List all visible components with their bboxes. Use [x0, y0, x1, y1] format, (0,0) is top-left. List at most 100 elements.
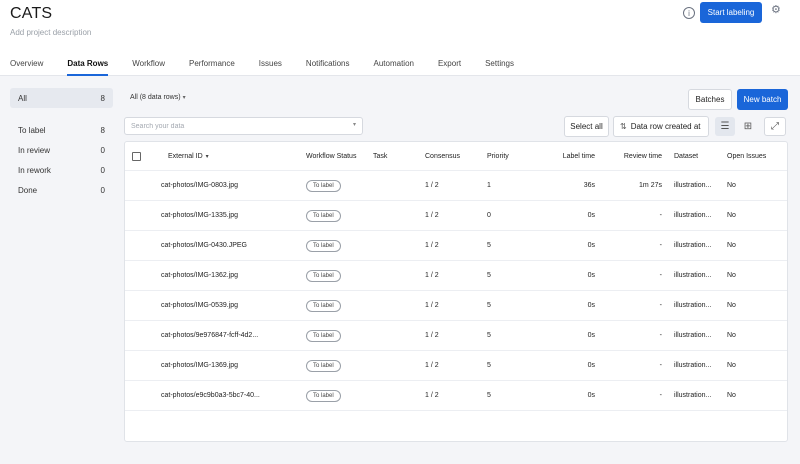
table-header: External ID ▾ Workflow Status Task Consen…	[125, 142, 787, 171]
external-id-cell[interactable]: cat-photos/IMG-0539.jpg	[161, 291, 238, 320]
workflow-status-cell: To label	[306, 321, 341, 350]
dataset-cell[interactable]: illustration...	[674, 291, 711, 320]
batches-button[interactable]: Batches	[688, 89, 732, 110]
workflow-status-cell: To label	[306, 231, 341, 260]
external-id-cell[interactable]: cat-photos/9e976847-fcff-4d2...	[161, 321, 258, 350]
sort-button[interactable]: ⇅ Data row created at	[613, 116, 709, 137]
select-all-checkbox[interactable]	[132, 142, 141, 170]
dataset-cell[interactable]: illustration...	[674, 201, 711, 230]
status-filter-label: In review	[18, 145, 51, 155]
gear-icon[interactable]: ⚙	[771, 5, 782, 16]
review-time-cell: -	[659, 242, 662, 249]
tab-issues[interactable]: Issues	[259, 59, 282, 76]
status-filter-in-review[interactable]: In review 0	[10, 140, 113, 160]
chevron-down-icon: ▾	[205, 153, 209, 160]
new-batch-button[interactable]: New batch	[737, 89, 788, 110]
external-id-cell[interactable]: cat-photos/IMG-1362.jpg	[161, 261, 238, 290]
table-row[interactable]: cat-photos/IMG-0430.JPEG To label 1 / 2 5 0s…	[125, 231, 787, 261]
consensus-cell: 1 / 2	[425, 332, 439, 339]
tab-performance[interactable]: Performance	[189, 59, 235, 76]
open-issues-cell: No	[727, 272, 736, 279]
open-issues-cell: No	[727, 392, 736, 399]
consensus-cell: 1 / 2	[425, 182, 439, 189]
status-filter-done[interactable]: Done 0	[10, 180, 113, 200]
tab-overview[interactable]: Overview	[10, 59, 43, 76]
header-review-time[interactable]: Review time	[605, 142, 662, 170]
external-id-cell[interactable]: cat-photos/IMG-0803.jpg	[161, 171, 238, 200]
table-row[interactable]: cat-photos/IMG-1362.jpg To label 1 / 2 5 0s -…	[125, 261, 787, 291]
status-badge: To label	[306, 299, 341, 312]
external-id-cell[interactable]: cat-photos/e9c9b0a3-5bc7-40...	[161, 381, 260, 410]
dataset-cell[interactable]: illustration...	[674, 231, 711, 260]
workflow-status-cell: To label	[306, 351, 341, 380]
priority-cell: 5	[487, 272, 491, 279]
status-filter-label: In rework	[18, 165, 51, 175]
scope-dropdown[interactable]: All (8 data rows) ▾	[130, 94, 186, 101]
label-time-cell: 0s	[587, 272, 595, 279]
status-badge: To label	[306, 389, 341, 402]
header-consensus[interactable]: Consensus	[425, 142, 460, 170]
workflow-status-cell: To label	[306, 261, 341, 290]
expand-icon[interactable]: ⤢	[764, 117, 786, 136]
project-title: CATS	[10, 5, 53, 22]
header-task[interactable]: Task	[373, 142, 387, 170]
workflow-status-cell: To label	[306, 381, 341, 410]
column-label: External ID	[168, 152, 203, 160]
dataset-cell[interactable]: illustration...	[674, 321, 711, 350]
search-input[interactable]	[125, 118, 335, 134]
dataset-cell[interactable]: illustration...	[674, 261, 711, 290]
open-issues-cell: No	[727, 302, 736, 309]
open-issues-cell: No	[727, 332, 736, 339]
dataset-cell[interactable]: illustration...	[674, 351, 711, 380]
grid-view-icon[interactable]: ⊞	[738, 117, 758, 136]
status-filter-label: To label	[18, 125, 46, 135]
dataset-cell[interactable]: illustration...	[674, 171, 711, 200]
review-time-cell: -	[659, 272, 662, 279]
header-dataset[interactable]: Dataset	[674, 142, 698, 170]
chevron-down-icon[interactable]: ▾	[353, 121, 356, 128]
status-filter-count: 8	[100, 93, 105, 103]
table-row[interactable]: cat-photos/IMG-1369.jpg To label 1 / 2 5 0s -…	[125, 351, 787, 381]
table-row[interactable]: cat-photos/IMG-0539.jpg To label 1 / 2 5 0s -…	[125, 291, 787, 321]
workflow-status-cell: To label	[306, 201, 341, 230]
table-row[interactable]: cat-photos/e9c9b0a3-5bc7-40... To label 1 …	[125, 381, 787, 411]
consensus-cell: 1 / 2	[425, 392, 439, 399]
start-labeling-button[interactable]: Start labeling	[700, 2, 762, 23]
dataset-cell[interactable]: illustration...	[674, 381, 711, 410]
status-filter-all[interactable]: All 8	[10, 88, 113, 108]
checkbox[interactable]	[132, 151, 141, 161]
header-external-id[interactable]: External ID ▾	[168, 142, 209, 170]
table-row[interactable]: cat-photos/IMG-0803.jpg To label 1 / 2 1 36s…	[125, 171, 787, 201]
status-filter-label: All	[18, 93, 27, 103]
header-label-time[interactable]: Label time	[545, 142, 595, 170]
review-time-cell: -	[659, 302, 662, 309]
status-filter-to-label[interactable]: To label 8	[10, 120, 113, 140]
header-open-issues[interactable]: Open Issues	[727, 142, 766, 170]
project-description[interactable]: Add project description	[10, 28, 91, 37]
tab-workflow[interactable]: Workflow	[132, 59, 165, 76]
select-all-button[interactable]: Select all	[564, 116, 609, 137]
header-priority[interactable]: Priority	[487, 142, 509, 170]
list-view-icon[interactable]: ☰	[715, 117, 735, 136]
tab-export[interactable]: Export	[438, 59, 461, 76]
status-filter-in-rework[interactable]: In rework 0	[10, 160, 113, 180]
open-issues-cell: No	[727, 242, 736, 249]
tab-notifications[interactable]: Notifications	[306, 59, 350, 76]
status-badge: To label	[306, 359, 341, 372]
header-workflow-status[interactable]: Workflow Status	[306, 142, 356, 170]
review-time-cell: -	[659, 212, 662, 219]
external-id-cell[interactable]: cat-photos/IMG-1335.jpg	[161, 201, 238, 230]
table-row[interactable]: cat-photos/IMG-1335.jpg To label 1 / 2 0 0s -…	[125, 201, 787, 231]
project-tabs: Overview Data Rows Workflow Performance …	[10, 59, 538, 76]
status-filter-count: 0	[100, 165, 105, 175]
external-id-cell[interactable]: cat-photos/IMG-1369.jpg	[161, 351, 238, 380]
tab-settings[interactable]: Settings	[485, 59, 514, 76]
consensus-cell: 1 / 2	[425, 212, 439, 219]
table-row[interactable]: cat-photos/9e976847-fcff-4d2... To label 1…	[125, 321, 787, 351]
status-badge: To label	[306, 269, 341, 282]
tab-automation[interactable]: Automation	[374, 59, 414, 76]
tab-data-rows[interactable]: Data Rows	[67, 59, 108, 76]
external-id-cell[interactable]: cat-photos/IMG-0430.JPEG	[161, 231, 247, 260]
info-icon[interactable]: i	[683, 7, 695, 19]
status-filter-count: 8	[100, 125, 105, 135]
